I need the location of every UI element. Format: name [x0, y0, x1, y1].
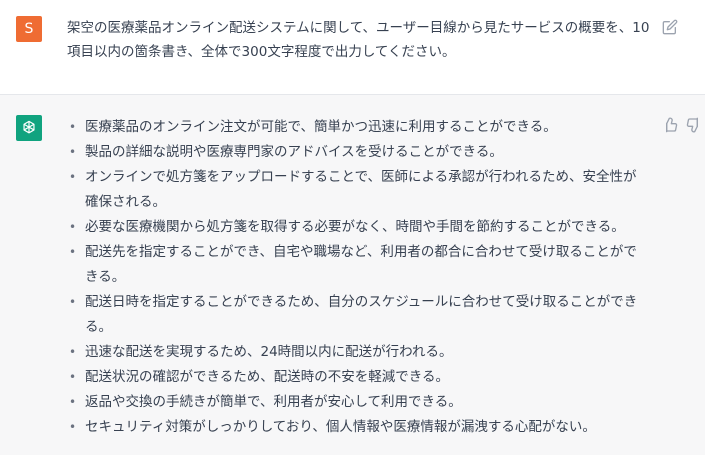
list-item: • オンラインで処方箋をアップロードすることで、医師による承認が行われるため、安…: [67, 165, 647, 215]
list-item-text: 医療薬品のオンライン注文が可能で、簡単かつ迅速に利用することができる。: [85, 119, 557, 135]
list-item: • 医療薬品のオンライン注文が可能で、簡単かつ迅速に利用することができる。: [67, 115, 647, 140]
list-item: • セキュリティ対策がしっかりしており、個人情報や医療情報が漏洩する心配がない。: [67, 415, 647, 440]
list-item-text: 配送先を指定することができ、自宅や職場など、利用者の都合に合わせて受け取ることが…: [85, 244, 637, 285]
bullet-marker: •: [69, 295, 77, 309]
bullet-marker: •: [69, 245, 77, 259]
edit-icon[interactable]: [662, 19, 678, 35]
list-item-text: 迅速な配送を実現するため、24時間以内に配送が行われる。: [85, 344, 453, 360]
bullet-marker: •: [69, 145, 77, 159]
openai-logo-icon: [23, 120, 35, 134]
list-item-text: 製品の詳細な説明や医療専門家のアドバイスを受けることができる。: [85, 144, 503, 160]
list-item-text: セキュリティ対策がしっかりしており、個人情報や医療情報が漏洩する心配がない。: [85, 419, 596, 435]
list-item: • 製品の詳細な説明や医療専門家のアドバイスを受けることができる。: [67, 140, 647, 165]
user-avatar: S: [16, 16, 42, 42]
list-item-text: 返品や交換の手続きが簡単で、利用者が安心して利用できる。: [85, 394, 462, 410]
list-item-text: 配送状況の確認ができるため、配送時の不安を軽減できる。: [85, 369, 449, 385]
bullet-marker: •: [69, 395, 77, 409]
list-item: • 配送状況の確認ができるため、配送時の不安を軽減できる。: [67, 365, 647, 390]
bullet-marker: •: [69, 345, 77, 359]
bullet-marker: •: [69, 170, 77, 184]
list-item: • 返品や交換の手続きが簡単で、利用者が安心して利用できる。: [67, 390, 647, 415]
thumbs-down-icon[interactable]: [686, 117, 702, 133]
thumbs-up-icon[interactable]: [662, 117, 678, 133]
bullet-marker: •: [69, 120, 77, 134]
list-item-text: オンラインで処方箋をアップロードすることで、医師による承認が行われるため、安全性…: [85, 169, 637, 210]
assistant-message-block: • 医療薬品のオンライン注文が可能で、簡単かつ迅速に利用することができる。 • …: [0, 95, 705, 455]
list-item: • 迅速な配送を実現するため、24時間以内に配送が行われる。: [67, 340, 647, 365]
list-item-text: 配送日時を指定することができるため、自分のスケジュールに合わせて受け取ることがで…: [85, 294, 638, 335]
list-item-text: 必要な医療機関から処方箋を取得する必要がなく、時間や手間を節約することができる。: [85, 219, 625, 235]
response-bullet-list: • 医療薬品のオンライン注文が可能で、簡単かつ迅速に利用することができる。 • …: [67, 115, 647, 440]
bullet-marker: •: [69, 370, 77, 384]
user-message-text: 架空の医療薬品オンライン配送システムに関して、ユーザー目線から見たサービスの概要…: [67, 20, 650, 60]
list-item: • 必要な医療機関から処方箋を取得する必要がなく、時間や手間を節約することができ…: [67, 215, 647, 240]
bullet-marker: •: [69, 220, 77, 234]
user-message-block: S 架空の医療薬品オンライン配送システムに関して、ユーザー目線から見たサービスの…: [0, 0, 705, 95]
list-item: • 配送先を指定することができ、自宅や職場など、利用者の都合に合わせて受け取るこ…: [67, 240, 647, 290]
bullet-marker: •: [69, 420, 77, 434]
list-item: • 配送日時を指定することができるため、自分のスケジュールに合わせて受け取ること…: [67, 290, 647, 340]
assistant-avatar: [16, 115, 42, 141]
